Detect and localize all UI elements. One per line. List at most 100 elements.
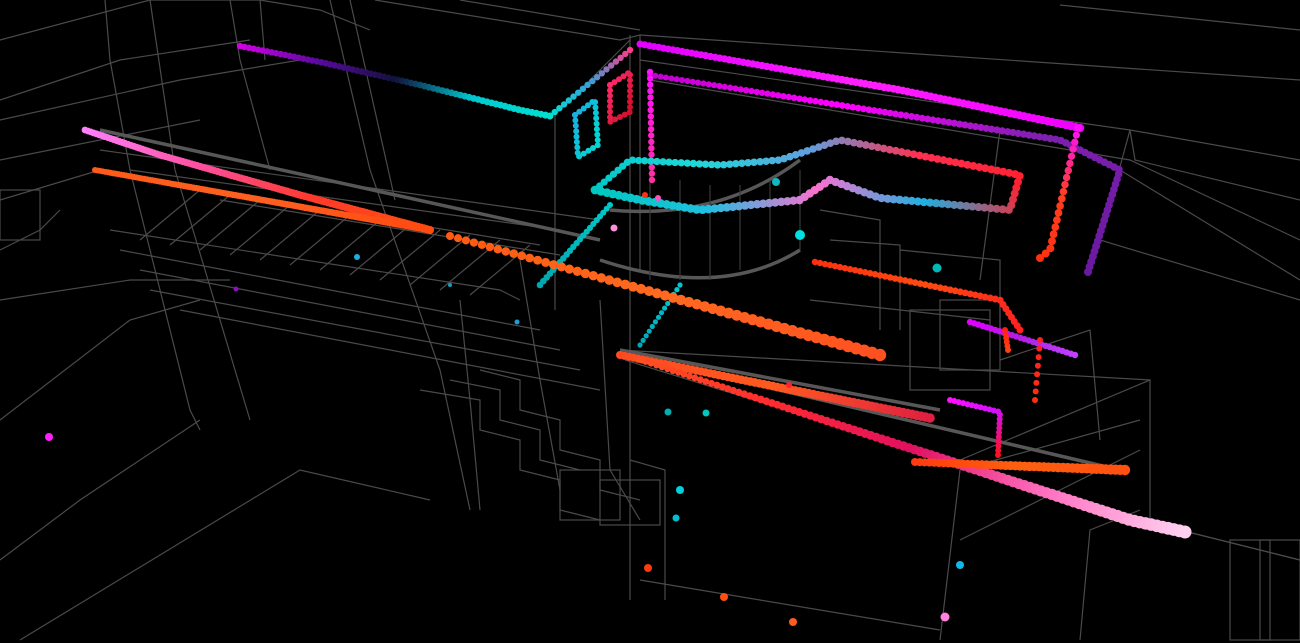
trail-particle: [647, 87, 654, 95]
trail-particle: [627, 71, 633, 78]
stray-particle: [772, 178, 780, 186]
trail-particle: [607, 98, 613, 105]
trail-particle: [572, 112, 578, 118]
trail-particle: [647, 113, 654, 120]
trail-red-vert: [1002, 327, 1011, 353]
stray-particle: [720, 593, 728, 601]
trail-particle: [1036, 254, 1044, 262]
trail-particle: [607, 82, 613, 88]
trail-particle: [648, 176, 656, 184]
stray-particle: [672, 514, 680, 522]
trail-particle: [1053, 216, 1061, 224]
trail-particle: [1054, 209, 1063, 217]
trail-particle: [453, 234, 463, 243]
trail-particle: [627, 104, 633, 111]
trail-particle: [592, 99, 599, 106]
trail-particle: [646, 68, 654, 76]
trail-particle: [548, 260, 559, 270]
trail-particle: [1034, 362, 1041, 369]
trail-particle: [607, 92, 613, 99]
trail-particle: [637, 357, 643, 363]
stray-particle: [448, 283, 452, 287]
trail-particle: [700, 80, 707, 87]
trail-particle: [593, 126, 600, 133]
trail-particle: [665, 300, 671, 307]
trail-particle: [1051, 223, 1060, 231]
stray-particle: [789, 618, 797, 626]
3d-viewport[interactable]: [0, 0, 1300, 643]
trail-particle: [593, 115, 600, 122]
trail-particle: [627, 98, 633, 105]
trail-particle: [647, 126, 655, 133]
trail-particle: [668, 75, 675, 82]
trail-particle: [517, 251, 527, 261]
stray-particle: [786, 382, 792, 388]
trail-particle: [1035, 354, 1042, 361]
trail-particle: [1069, 145, 1077, 153]
trail-particle: [748, 87, 755, 95]
trail-particle: [737, 86, 744, 93]
trail-particle: [572, 266, 583, 276]
trail-particle: [648, 132, 655, 139]
trail-particle: [627, 77, 633, 84]
stray-particle: [45, 433, 53, 441]
trail-particle: [653, 362, 660, 369]
trail-particle: [694, 79, 702, 86]
trail-particle: [1064, 166, 1073, 175]
trail-square-a: [572, 99, 601, 160]
trail-red-middle: [811, 258, 1024, 334]
trail-particle: [573, 133, 580, 140]
trail-particle: [640, 337, 646, 343]
stray-particle: [655, 195, 661, 201]
trail-lower-long: [616, 351, 935, 423]
trail-particle: [485, 242, 494, 252]
trail-particle: [647, 119, 655, 127]
trail-particle: [721, 83, 728, 90]
trail-particle: [647, 100, 654, 108]
trail-particle: [533, 255, 543, 265]
trail-particle: [607, 87, 613, 94]
trail-particle: [742, 87, 750, 94]
trail-long-orange-a: [92, 167, 434, 234]
trail-particle: [648, 170, 656, 177]
trail-particle: [1049, 230, 1058, 239]
trail-particle: [501, 247, 510, 256]
stray-particle: [354, 254, 360, 260]
trail-particle: [1084, 268, 1092, 276]
trail-particle: [469, 238, 479, 247]
trail-particle: [627, 93, 633, 100]
trail-particle: [1033, 379, 1040, 386]
trail-particle: [592, 109, 599, 116]
trail-particle: [1066, 159, 1074, 168]
trail-particle: [678, 77, 686, 84]
trail-particle: [648, 164, 655, 171]
trail-particle: [652, 319, 659, 325]
trail-square-b: [607, 70, 633, 125]
trail-long-orange-b: [446, 232, 887, 362]
trail-particle: [1074, 124, 1082, 132]
trail-particle: [647, 360, 655, 367]
trail-particle: [588, 270, 599, 281]
trail-particle: [1032, 388, 1039, 395]
trail-particle: [646, 75, 654, 82]
trail-particle: [995, 452, 1001, 458]
trail-particle: [637, 342, 643, 348]
trail-particle: [626, 46, 634, 54]
trail-particle: [572, 117, 579, 124]
stray-particle: [940, 612, 950, 622]
trail-particle: [627, 82, 633, 89]
trail-particle: [1057, 194, 1066, 203]
trail-particle: [677, 282, 683, 288]
trail-particle: [1037, 337, 1043, 343]
trail-particle: [573, 139, 580, 145]
trail-particle: [646, 328, 652, 334]
trail-particle: [564, 264, 575, 274]
trail-particle: [1072, 131, 1081, 139]
trail-particle: [764, 90, 771, 97]
trail-purple-lower: [966, 318, 1079, 359]
trail-particle: [658, 364, 666, 371]
trail-particle: [593, 120, 600, 127]
trail-particle: [1016, 326, 1024, 334]
trail-particle: [647, 81, 654, 88]
trail-particle: [426, 226, 434, 234]
